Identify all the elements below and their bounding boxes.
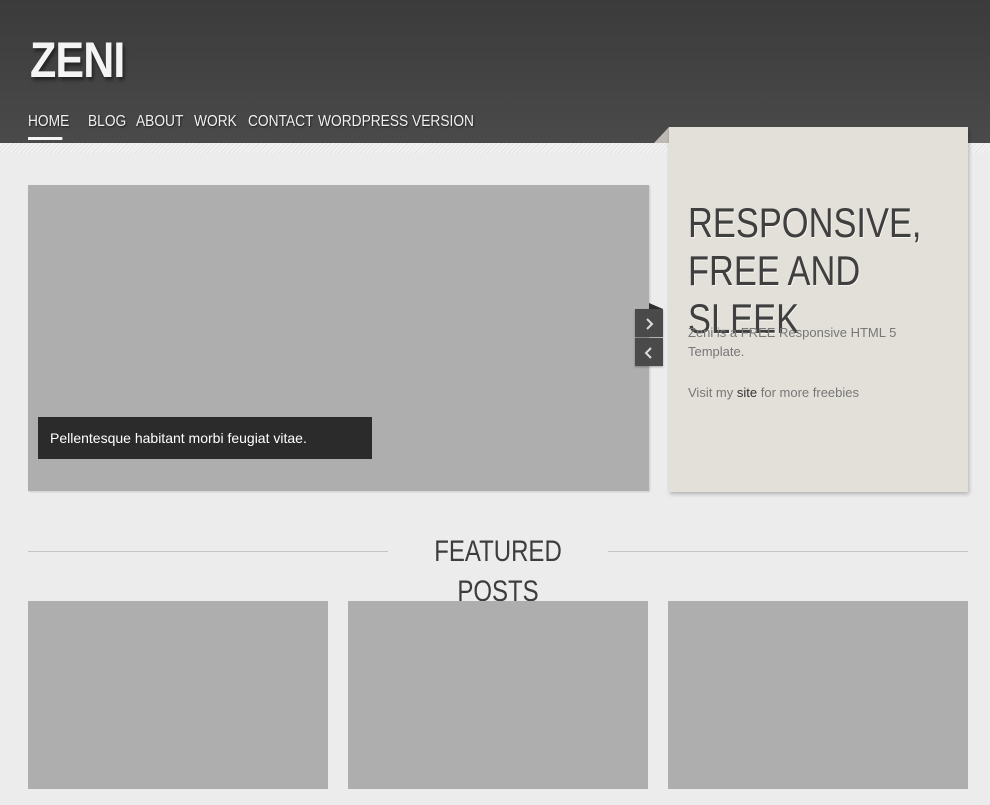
featured-posts-heading-text: FEATURED POSTS [434,535,562,608]
nav-item-work[interactable]: WORK [194,113,237,140]
featured-post-card[interactable] [668,601,968,789]
panel-title: RESPONSIVE, FREE AND SLEEK [688,199,922,342]
slider-prev-button[interactable] [635,338,663,366]
chevron-right-icon [646,318,654,331]
slider-caption: Pellentesque habitant morbi feugiat vita… [38,417,372,459]
featured-divider-right [608,551,968,552]
nav-item-blog[interactable]: BLOG [88,113,126,140]
page: ZENI HOME BLOG ABOUT WORK CONTACT WORDPR… [0,0,990,805]
panel-visit-text: Visit my site for more freebies [688,383,948,402]
chevron-left-icon [644,347,652,360]
panel-description: Zeni is a FREE Responsive HTML 5 Templat… [688,325,897,359]
site-header: ZENI HOME BLOG ABOUT WORK CONTACT WORDPR… [0,0,990,143]
nav-item-about[interactable]: ABOUT [136,113,183,140]
main-nav: HOME BLOG ABOUT WORK CONTACT WORDPRESS V… [28,113,474,140]
intro-panel: RESPONSIVE, FREE AND SLEEK Zeni is a FRE… [669,127,968,492]
featured-post-card[interactable] [348,601,648,789]
panel-corner-fold [654,127,669,143]
nav-item-contact[interactable]: CONTACT [248,113,313,140]
visit-suffix: for more freebies [757,385,859,400]
featured-divider-left [28,551,388,552]
visit-prefix: Visit my [688,385,737,400]
site-link[interactable]: site [737,385,757,400]
site-logo[interactable]: ZENI [30,30,125,90]
nav-item-home[interactable]: HOME [28,113,69,140]
hero-slider[interactable]: Pellentesque habitant morbi feugiat vita… [28,185,649,491]
featured-posts-heading: FEATURED POSTS [388,532,608,612]
featured-post-card[interactable] [28,601,328,789]
slider-next-button[interactable] [635,309,663,337]
nav-item-wordpress-version[interactable]: WORDPRESS VERSION [318,113,474,140]
